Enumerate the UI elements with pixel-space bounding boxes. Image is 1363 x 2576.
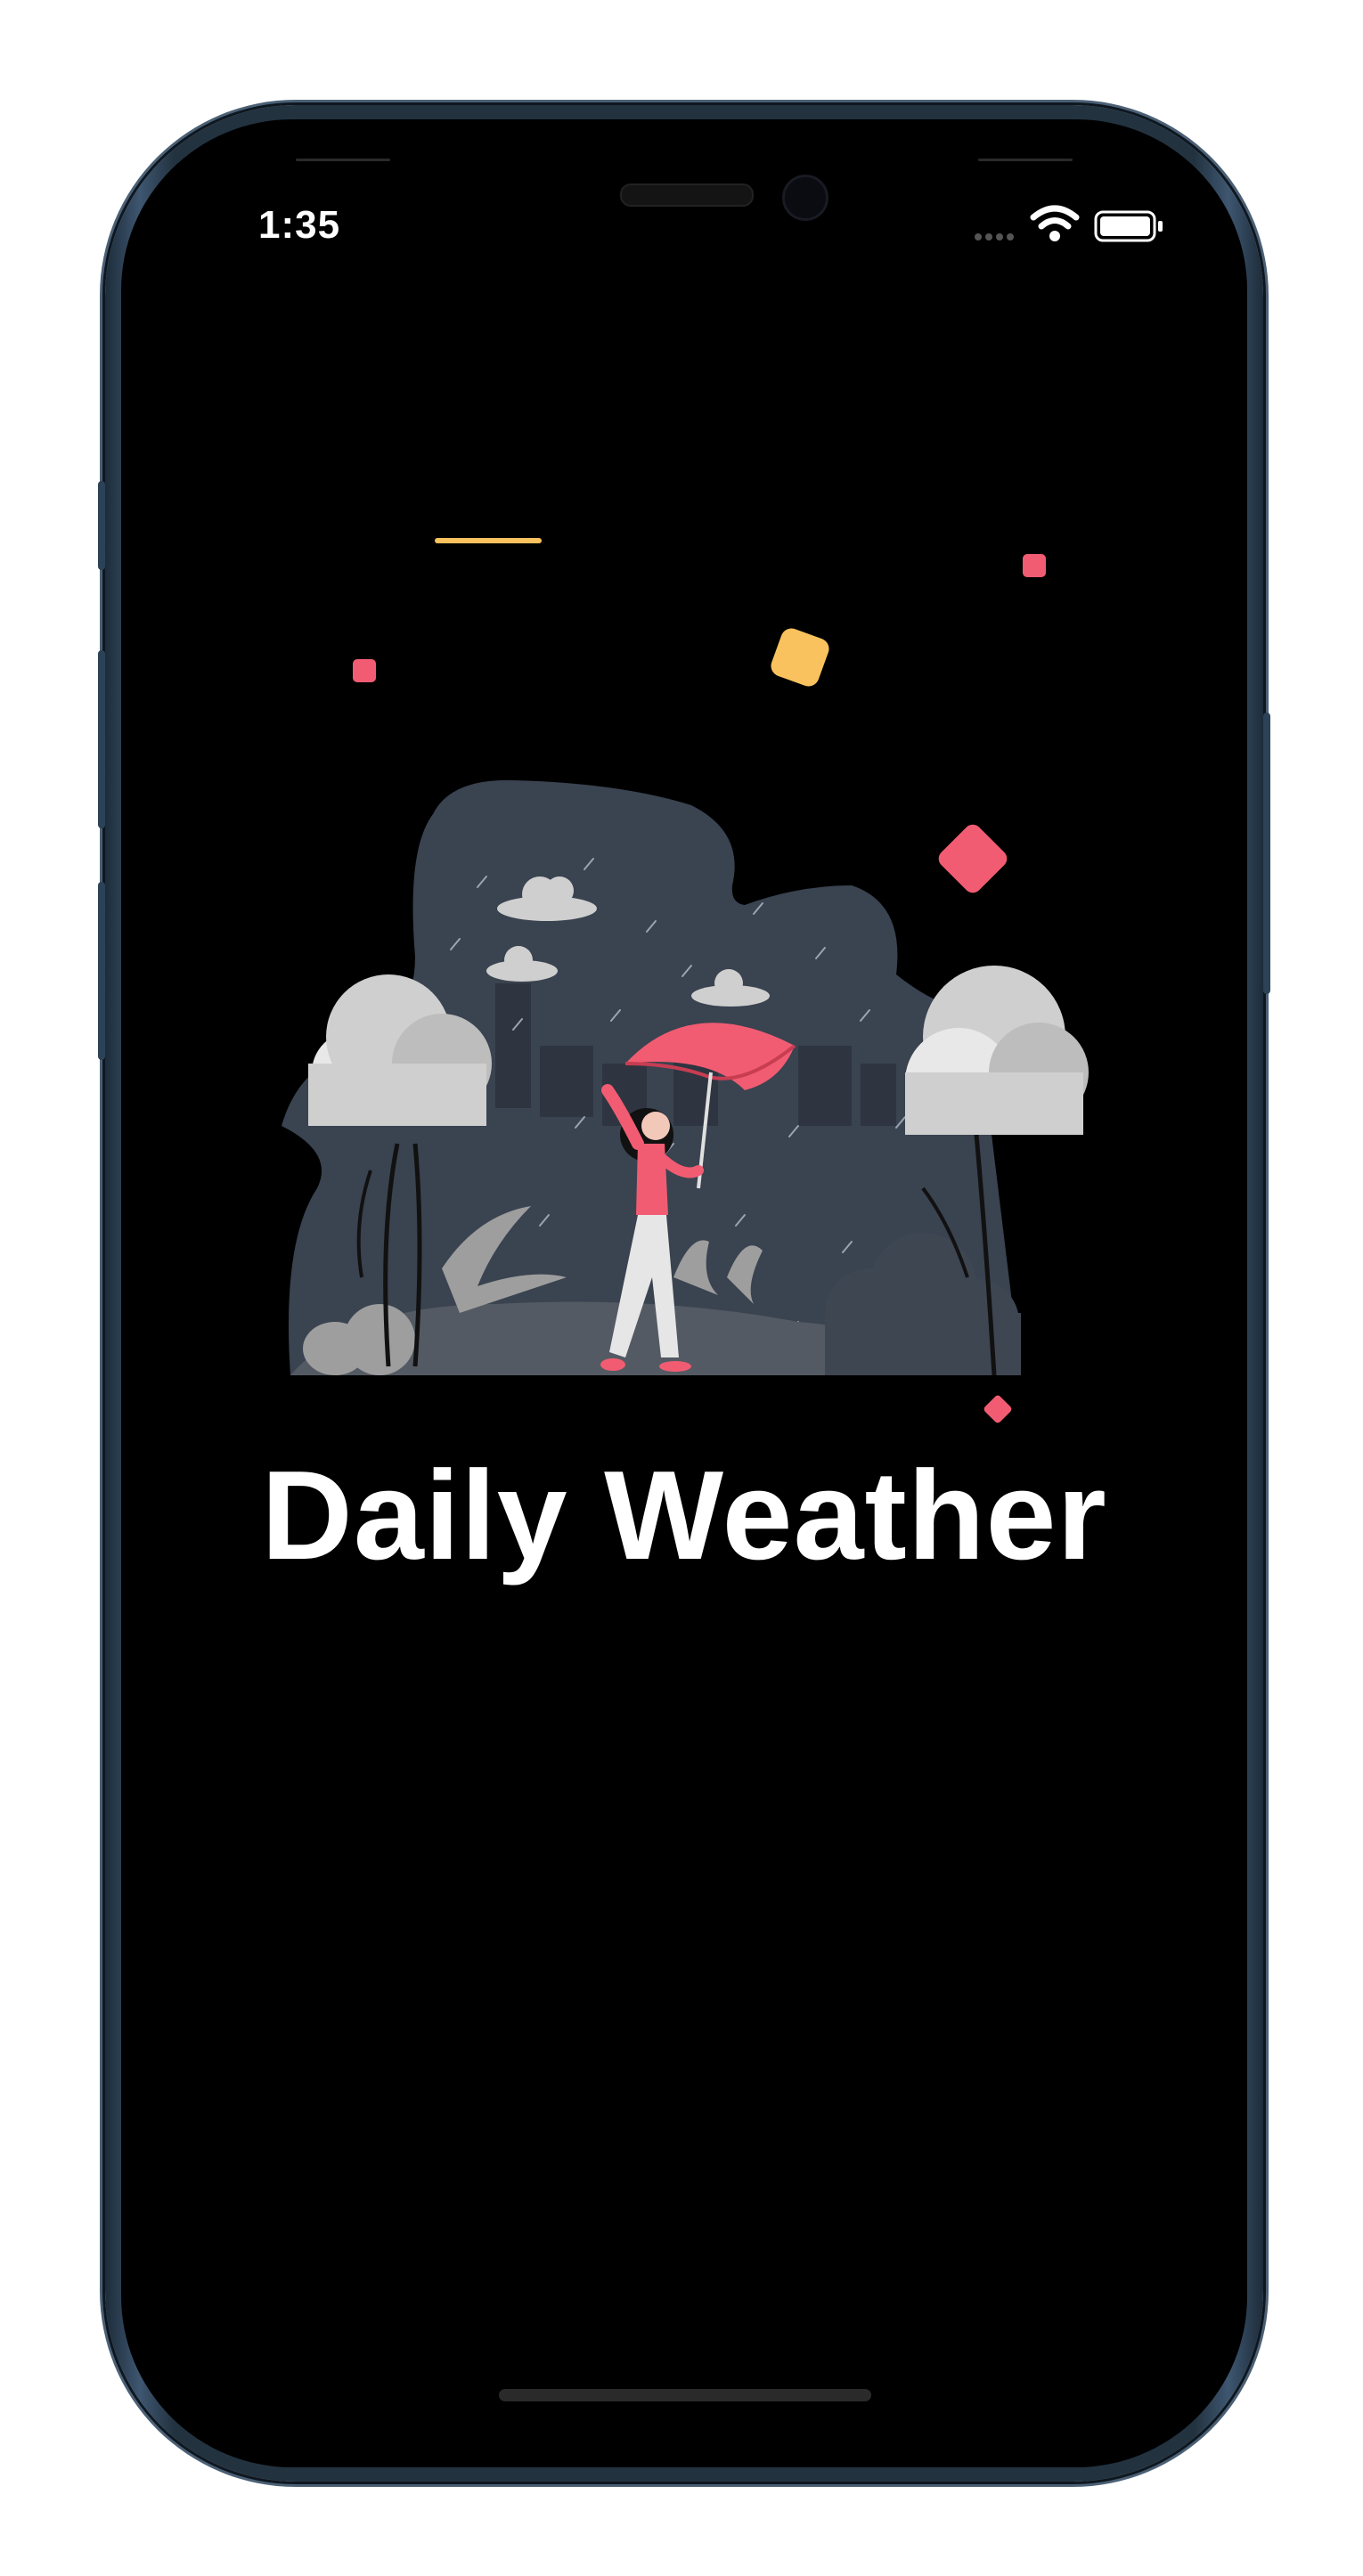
yellow-square-confetti <box>771 628 829 687</box>
pink-square-confetti-1 <box>1023 554 1046 577</box>
pink-square-confetti-2 <box>353 659 376 682</box>
app-title: Daily Weather <box>261 1445 1107 1586</box>
yellow-line-confetti <box>435 538 542 543</box>
home-indicator[interactable] <box>499 2389 871 2401</box>
pink-small-diamond-confetti <box>983 1395 1012 1423</box>
power-button <box>1263 713 1270 994</box>
app-screen: 1:35 Daily Weather <box>121 119 1247 2467</box>
volume-up-button <box>98 650 105 828</box>
volume-down-button <box>98 882 105 1060</box>
pink-diamond-confetti <box>938 824 1008 893</box>
rainy-day-illustration <box>282 538 1089 1423</box>
silent-switch <box>98 481 105 570</box>
